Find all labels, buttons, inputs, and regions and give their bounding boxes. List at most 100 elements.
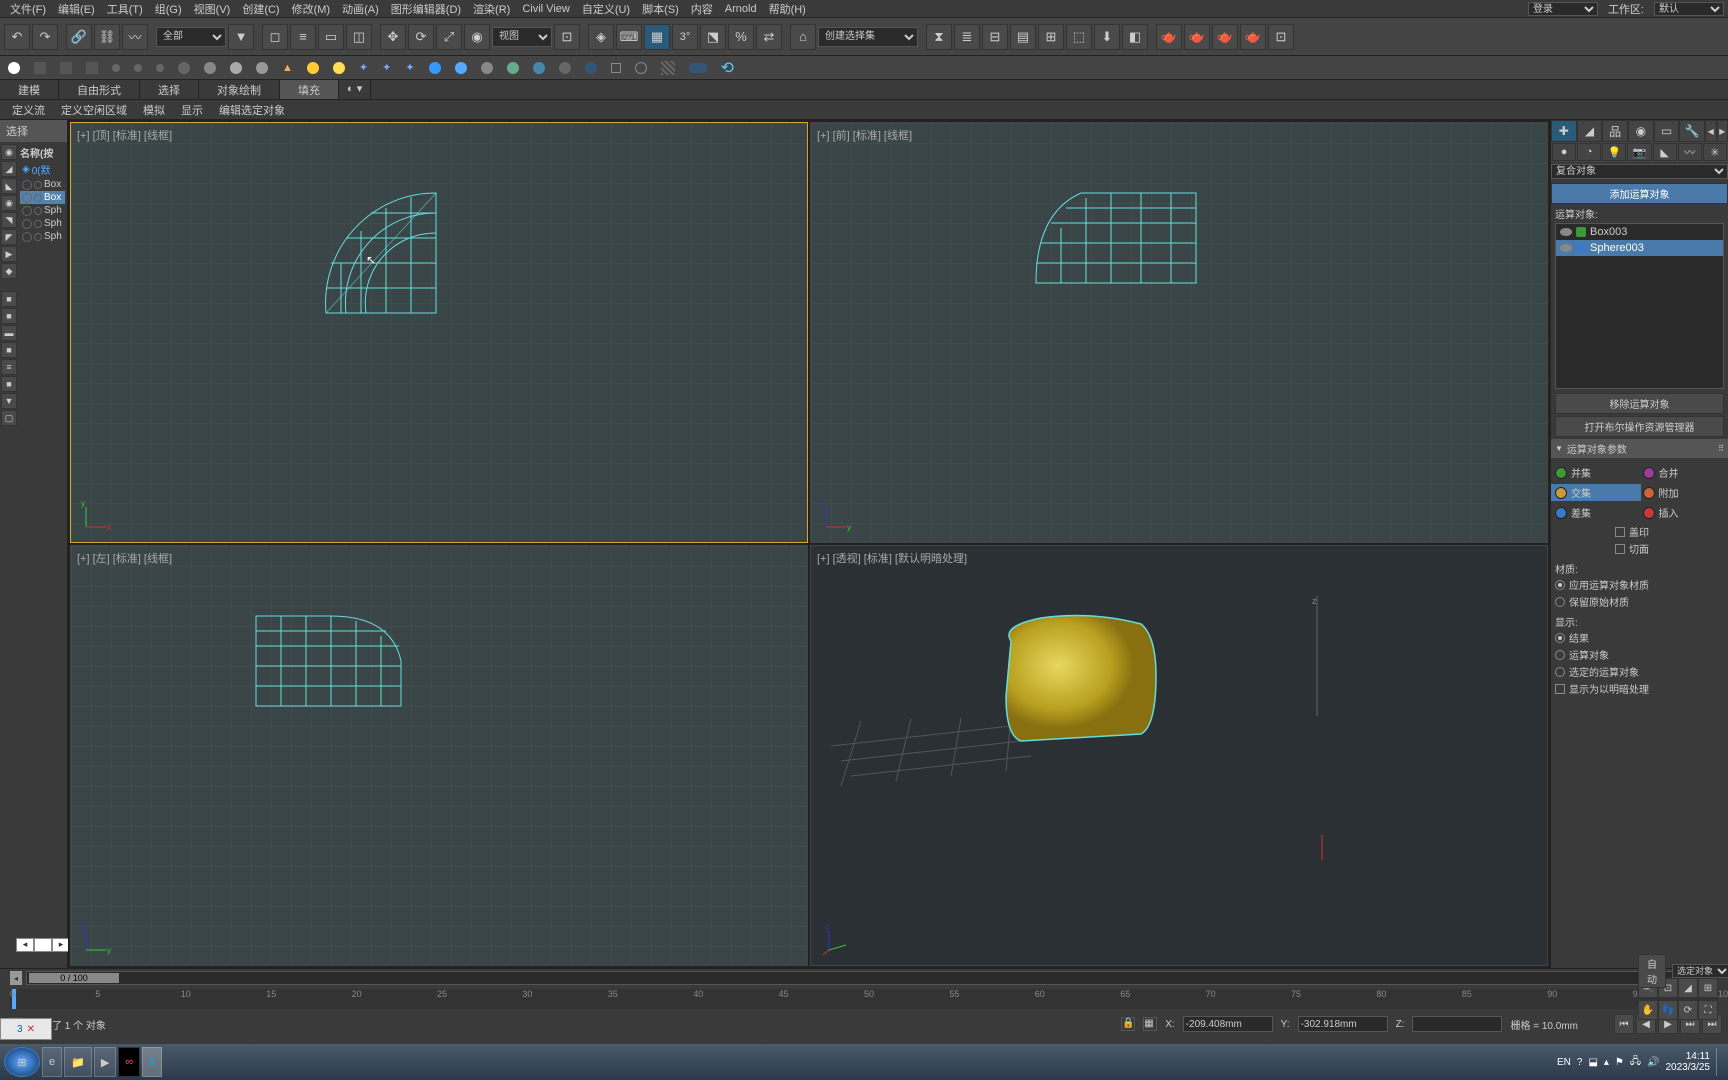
tray-lang[interactable]: EN (1557, 1057, 1571, 1068)
render-setup-button[interactable]: ◧ (1122, 24, 1148, 50)
teal-sphere-icon[interactable] (507, 62, 519, 74)
taskbar-ie-icon[interactable]: e (42, 1047, 62, 1077)
scene-item[interactable]: Box (20, 178, 65, 191)
bind-button[interactable]: 〰 (122, 24, 148, 50)
render-preset-button[interactable]: ⊡ (1268, 24, 1294, 50)
lt-tool-icon[interactable]: ■ (1, 308, 17, 324)
ribbon-tab-populate[interactable]: 填充 (280, 80, 339, 99)
menu-help[interactable]: 帮助(H) (763, 1, 812, 17)
helper-subtab[interactable]: ◣ (1653, 143, 1677, 161)
lock-icon[interactable]: 🔒 (1121, 1017, 1135, 1031)
menu-file[interactable]: 文件(F) (4, 1, 52, 17)
link-button[interactable]: 🔗 (66, 24, 92, 50)
tray-help-icon[interactable]: ? (1577, 1057, 1583, 1068)
viewport-left[interactable]: [+] [左] [标准] [线框] zy (70, 545, 808, 966)
ribbon-tab-extra[interactable]: ◐ ▾ (339, 80, 371, 99)
pill-icon[interactable] (689, 63, 707, 73)
lt-tool-icon[interactable]: ◤ (1, 229, 17, 245)
spinner-snap-button[interactable]: % (728, 24, 754, 50)
operands-list[interactable]: Box003 Sphere003 (1555, 223, 1724, 389)
eye-icon[interactable] (1560, 244, 1572, 252)
rollout-params-header[interactable]: ▼运算对象参数⠿ (1551, 439, 1728, 458)
disp-radio-selected[interactable] (1555, 667, 1565, 677)
taskbar-media-icon[interactable]: ▶ (94, 1047, 116, 1077)
mode-intersect[interactable]: 交集 (1551, 484, 1641, 501)
scene-explorer-scroll[interactable]: ◂▸ (16, 938, 70, 952)
yellow-sphere-icon[interactable] (333, 62, 345, 74)
light-subtab[interactable]: 💡 (1602, 143, 1626, 161)
keyboard-button[interactable]: ⌨ (616, 24, 642, 50)
menu-tools[interactable]: 工具(T) (101, 1, 149, 17)
mode-union[interactable]: 并集 (1555, 464, 1637, 481)
scene-item[interactable]: Sph (20, 230, 65, 243)
ribbon-tab-select[interactable]: 选择 (140, 80, 199, 99)
filter-button[interactable]: ▼ (228, 24, 254, 50)
scene-item[interactable]: Sph (20, 217, 65, 230)
ribbon-tab-modeling[interactable]: 建模 (0, 80, 59, 99)
viewport-top[interactable]: [+] [顶] [标准] [线框] yx ↖ (70, 122, 808, 543)
login-combo[interactable]: 登录 (1528, 2, 1598, 16)
lt-funnel-icon[interactable]: ▼ (1, 393, 17, 409)
lt-tool-icon[interactable]: ▢ (1, 410, 17, 426)
z-input[interactable] (1412, 1016, 1502, 1032)
create-tab[interactable]: ✚ (1551, 120, 1577, 142)
gray-sphere-icon[interactable] (256, 62, 268, 74)
nav-orbit-icon[interactable]: ⟳ (1678, 1000, 1698, 1020)
lt-tool-icon[interactable]: ◥ (1, 212, 17, 228)
viewport-label[interactable]: [+] [前] [标准] [线框] (817, 127, 912, 143)
utilities-tab[interactable]: 🔧 (1679, 120, 1705, 142)
undo-button[interactable]: ↶ (4, 24, 30, 50)
display-tab[interactable]: ▭ (1654, 120, 1680, 142)
goto-start-button[interactable]: ⏮ (1614, 1014, 1634, 1034)
lt-tool-icon[interactable]: ▬ (1, 325, 17, 341)
percent-snap-button[interactable]: ⬔ (700, 24, 726, 50)
tray-shield-icon[interactable]: ⬓ (1588, 1057, 1597, 1068)
ribbon-sub-flow[interactable]: 定义流 (4, 100, 53, 119)
viewport-label[interactable]: [+] [顶] [标准] [线框] (77, 127, 172, 143)
slider-left-arrow[interactable]: ◂ (10, 971, 22, 985)
menu-create[interactable]: 创建(C) (236, 1, 285, 17)
named-sel-combo[interactable]: 创建选择集 (818, 27, 918, 47)
gray-sphere-icon[interactable] (178, 62, 190, 74)
disp-radio-result[interactable] (1555, 633, 1565, 643)
workspace-combo[interactable]: 默认 (1654, 2, 1724, 16)
rotate-button[interactable]: ⟳ (408, 24, 434, 50)
blue-sphere-icon[interactable] (533, 62, 545, 74)
ribbon-tab-paint[interactable]: 对象绘制 (199, 80, 280, 99)
hierarchy-tab[interactable]: 品 (1602, 120, 1628, 142)
tray-net-icon[interactable]: 🖧 (1630, 1054, 1641, 1071)
operand-item[interactable]: Sphere003 (1556, 240, 1723, 256)
render-button[interactable]: 🫖 (1184, 24, 1210, 50)
lt-tool-icon[interactable]: ▶ (1, 246, 17, 262)
gray-sphere-icon[interactable] (230, 62, 242, 74)
tray-time[interactable]: 14:11 (1666, 1051, 1711, 1062)
window-crossing-button[interactable]: ◫ (346, 24, 372, 50)
placement-button[interactable]: ◉ (464, 24, 490, 50)
x-input[interactable] (1183, 1016, 1273, 1032)
light-dot-icon[interactable] (8, 62, 20, 74)
select-rect-button[interactable]: ▭ (318, 24, 344, 50)
ribbon-sub-sim[interactable]: 模拟 (135, 100, 173, 119)
render-last-button[interactable]: 🫖 (1212, 24, 1238, 50)
system-subtab[interactable]: ✳ (1703, 143, 1727, 161)
pivot-button[interactable]: ⊡ (554, 24, 580, 50)
lock-icon[interactable]: ▦ (1143, 1017, 1157, 1031)
box-icon[interactable] (611, 63, 621, 73)
mat-icon[interactable] (34, 62, 46, 74)
viewport-perspective[interactable]: [+] [透视] [标准] [默认明暗处理] z z (810, 545, 1548, 966)
scene-root[interactable]: ◈0(默 (20, 161, 65, 178)
taskbar-3dsmax-icon[interactable]: 3 (142, 1047, 162, 1077)
key-filter-combo[interactable]: 选定对象 (1672, 964, 1728, 978)
shaded-checkbox[interactable] (1555, 684, 1565, 694)
render-frame-button[interactable]: 🫖 (1156, 24, 1182, 50)
viewport-front[interactable]: [+] [前] [标准] [线框] zy (810, 122, 1548, 543)
scene-list-header[interactable]: 名称(按 (20, 144, 65, 161)
gray-sphere-icon[interactable] (481, 62, 493, 74)
eye-icon[interactable] (1560, 228, 1572, 236)
open-explorer-button[interactable]: 打开布尔操作资源管理器 (1555, 416, 1724, 437)
menu-civil[interactable]: Civil View (516, 3, 575, 15)
select-object-button[interactable]: ◻ (262, 24, 288, 50)
grid-icon[interactable] (661, 61, 675, 75)
start-button[interactable]: ⊞ (4, 1047, 40, 1077)
menu-modify[interactable]: 修改(M) (286, 1, 337, 17)
